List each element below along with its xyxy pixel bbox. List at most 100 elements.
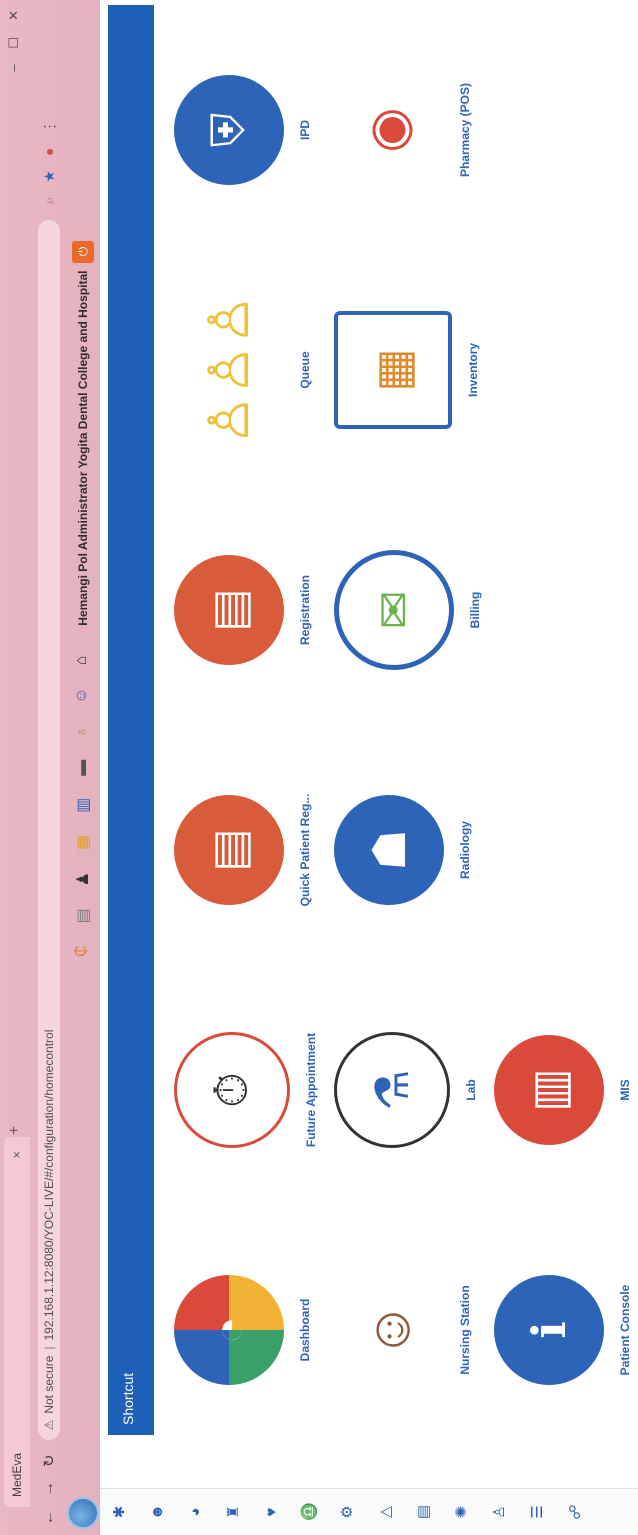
rail-flask-icon[interactable]: △ xyxy=(374,1489,396,1535)
star-icon[interactable]: ★ xyxy=(41,170,58,183)
bills-icon: ✉ xyxy=(334,550,454,670)
shelves-icon: ▦ xyxy=(334,311,452,429)
tile-future-appointment[interactable]: ⏱ Future Appointment xyxy=(174,1015,318,1165)
calendar-clock-icon: ⏱ xyxy=(174,1032,290,1148)
tile-label: Nursing Station xyxy=(458,1285,472,1375)
tile-pharmacy[interactable]: ◉ Pharmacy (POS) xyxy=(334,55,472,205)
tile-label: Radiology xyxy=(458,821,472,880)
screenshot-stage: MedEva × + – ☐ ✕ ← → ↻ ⚠ Not secure | 19… xyxy=(0,0,638,1535)
bed-icon[interactable]: ▬ xyxy=(73,760,93,776)
tile-billing[interactable]: ✉ Billing xyxy=(334,535,482,685)
left-sidebar: ✱ ☻ ◕ ♜ ♥ ♎ ⚙ △ ▤ ✺ ♙ ☰ ☍ xyxy=(100,1488,638,1535)
tile-registration[interactable]: ▤ Registration xyxy=(174,535,312,685)
rail-network-icon[interactable]: ☍ xyxy=(564,1489,586,1535)
rail-chart-icon[interactable]: ◕ xyxy=(184,1489,206,1535)
tablet-form-icon: ▤ xyxy=(174,795,284,905)
tile-label: Registration xyxy=(298,575,312,646)
rail-users-icon[interactable]: ☻ xyxy=(146,1489,168,1535)
app-logo-icon[interactable] xyxy=(67,1497,99,1529)
rail-settings-icon[interactable]: ⚙ xyxy=(336,1489,358,1535)
back-icon[interactable]: ← xyxy=(40,1510,58,1525)
rail-gear-icon[interactable]: ✺ xyxy=(450,1489,472,1535)
profile-icon[interactable]: ● xyxy=(41,148,58,156)
power-icon[interactable]: ⏻ xyxy=(72,240,94,263)
shortcut-header: Shortcut xyxy=(108,5,154,1435)
address-actions: ⌕ ★ ● ⋮ xyxy=(41,120,58,205)
tile-label: IPD xyxy=(298,120,312,141)
hospital-icon[interactable]: ▥ xyxy=(73,798,93,813)
document-icon[interactable]: ▤ xyxy=(73,908,93,923)
tile-lab[interactable]: ⚗ Lab xyxy=(334,1015,478,1165)
patient-info-icon: ℹ xyxy=(494,1275,604,1385)
address-bar-row: ← → ↻ ⚠ Not secure | 192.168.1.12:8080/Y… xyxy=(32,0,66,1535)
gauge-icon: ◔ xyxy=(174,1275,284,1385)
tile-ipd[interactable]: ⛨ IPD xyxy=(174,55,312,205)
hospital-bed-icon: ⛨ xyxy=(174,75,284,185)
people-queue-icon: ♙♙♙ xyxy=(174,295,284,445)
quick-tools: ₵ ▤ ♟ ▦ ▥ ▬ ♁ ☺ ⌂ xyxy=(73,656,93,957)
tile-label: Queue xyxy=(298,351,312,389)
menu-icon[interactable]: ⋮ xyxy=(41,120,58,134)
window-controls: – ☐ ✕ xyxy=(6,10,22,72)
calendar-icon[interactable]: ▦ xyxy=(73,835,93,850)
reload-icon[interactable]: ↻ xyxy=(40,1454,58,1467)
toolbar-row: ₵ ▤ ♟ ▦ ▥ ▬ ♁ ☺ ⌂ Hemangi Pol Administra… xyxy=(66,0,100,1535)
warning-icon: ⚠ xyxy=(42,1419,56,1431)
user-info[interactable]: Hemangi Pol Administrator Yogita Dental … xyxy=(76,271,90,626)
rail-bed-icon[interactable]: ♜ xyxy=(222,1489,244,1535)
rupee-icon[interactable]: ₵ xyxy=(73,945,93,957)
maximize-icon[interactable]: ☐ xyxy=(6,37,22,49)
tab-title: MedEva xyxy=(10,1452,24,1497)
close-window-icon[interactable]: ✕ xyxy=(6,10,22,21)
browser-tab[interactable]: MedEva × xyxy=(4,1137,30,1507)
pills-icon: ◉ xyxy=(334,75,444,185)
lock-icon[interactable]: ⌂ xyxy=(73,656,93,666)
rail-stethoscope-icon[interactable]: ♎ xyxy=(298,1489,320,1535)
tile-label: Patient Console xyxy=(618,1284,632,1376)
test-tubes-icon: ⚗ xyxy=(334,1032,450,1148)
shortcut-title: Shortcut xyxy=(120,1372,136,1425)
url-separator: | xyxy=(42,1346,56,1350)
rail-home-icon[interactable]: ✱ xyxy=(108,1489,130,1535)
search-icon[interactable]: ⌕ xyxy=(41,197,58,205)
tab-strip: MedEva × + – ☐ ✕ xyxy=(0,0,32,1535)
tile-quick-patient-reg[interactable]: ▤ Quick Patient Reg... xyxy=(174,775,312,925)
tile-label: Inventory xyxy=(466,343,480,398)
tile-dashboard[interactable]: ◔ Dashboard xyxy=(174,1255,312,1405)
minimize-icon[interactable]: – xyxy=(6,65,22,72)
tile-queue[interactable]: ♙♙♙ Queue xyxy=(174,295,312,445)
tablet-form-icon: ▤ xyxy=(174,555,284,665)
rail-heart-icon[interactable]: ♥ xyxy=(260,1489,282,1535)
rail-person-icon[interactable]: ♙ xyxy=(488,1489,510,1535)
tile-label: Future Appointment xyxy=(304,1032,318,1148)
nav-buttons: ← → ↻ xyxy=(40,1454,58,1535)
tile-label: Pharmacy (POS) xyxy=(458,82,472,178)
tile-label: Quick Patient Reg... xyxy=(298,793,312,907)
tile-label: Billing xyxy=(468,591,482,629)
tile-nursing-station[interactable]: ☺ Nursing Station xyxy=(334,1255,472,1405)
smiley-icon[interactable]: ☺ xyxy=(73,687,93,703)
tab-close-icon[interactable]: × xyxy=(9,1151,24,1159)
app-canvas: MedEva × + – ☐ ✕ ← → ↻ ⚠ Not secure | 19… xyxy=(0,0,638,1535)
new-tab-button[interactable]: + xyxy=(6,1126,24,1135)
rail-list-icon[interactable]: ☰ xyxy=(526,1489,548,1535)
flask-icon[interactable]: ♁ xyxy=(73,726,93,738)
browser-chrome: MedEva × + – ☐ ✕ ← → ↻ ⚠ Not secure | 19… xyxy=(0,0,100,1535)
tile-inventory[interactable]: ▦ Inventory xyxy=(334,295,480,445)
tile-radiology[interactable]: ☗ Radiology xyxy=(334,775,472,925)
report-monitor-icon: ▥ xyxy=(494,1035,604,1145)
tile-patient-console[interactable]: ℹ Patient Console xyxy=(494,1255,632,1405)
tile-label: MIS xyxy=(618,1079,632,1101)
forward-icon[interactable]: → xyxy=(40,1481,58,1496)
tile-label: Dashboard xyxy=(298,1298,312,1362)
doctor-icon[interactable]: ♟ xyxy=(73,872,93,886)
shortcut-grid: ◔ Dashboard ⏱ Future Appointment ▤ Quick… xyxy=(154,5,632,1435)
xray-icon: ☗ xyxy=(334,795,444,905)
rail-report-icon[interactable]: ▤ xyxy=(412,1489,434,1535)
security-label: Not secure xyxy=(42,1355,56,1414)
nurse-icon: ☺ xyxy=(334,1275,444,1385)
main-content: Shortcut ◔ Dashboard ⏱ Future Appointmen… xyxy=(108,5,632,1435)
address-field[interactable]: ⚠ Not secure | 192.168.1.12:8080/YOC-LIV… xyxy=(38,220,60,1441)
tile-label: Lab xyxy=(464,1079,478,1101)
tile-mis[interactable]: ▥ MIS xyxy=(494,1015,632,1165)
